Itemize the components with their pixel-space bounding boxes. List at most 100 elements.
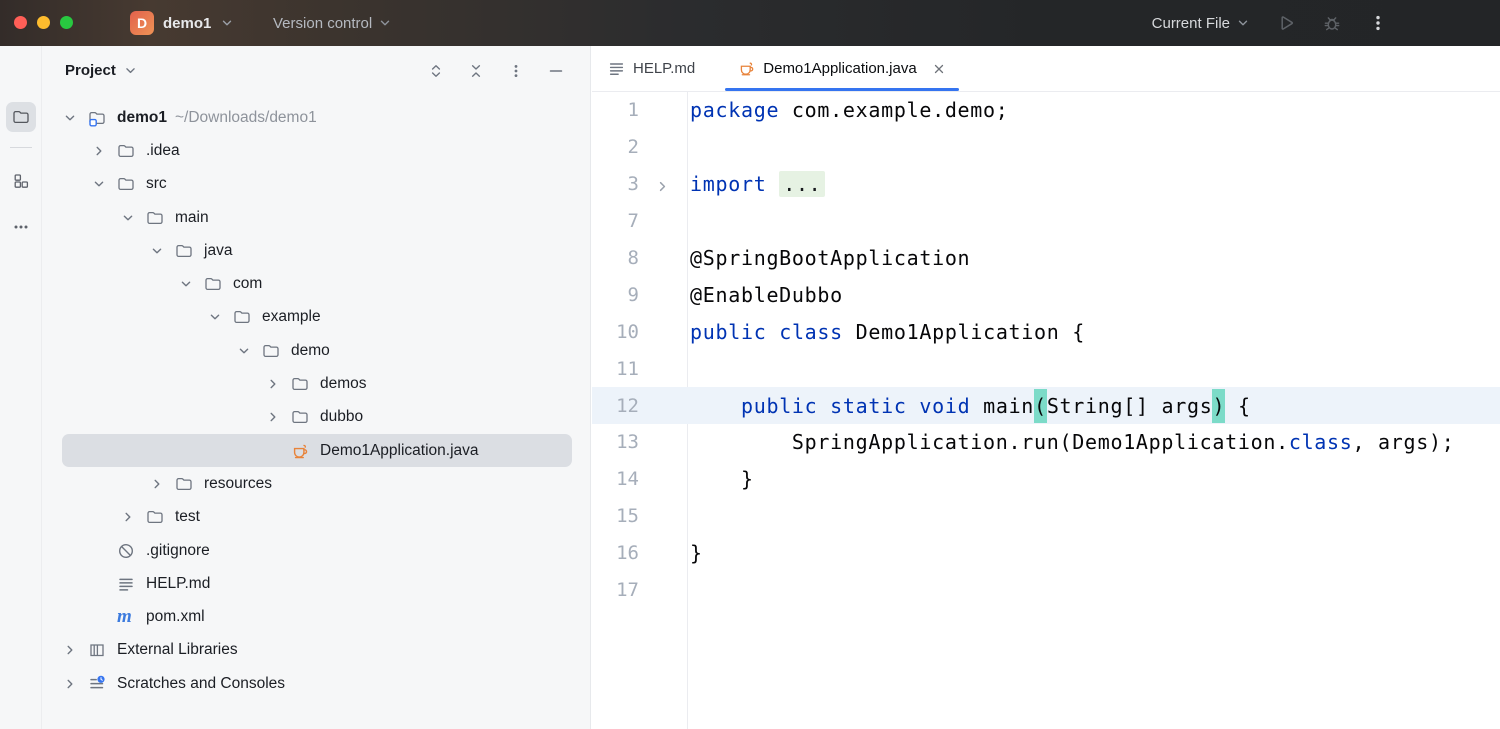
panel-options-button[interactable] [508, 63, 524, 79]
chevron-down-icon[interactable] [91, 176, 107, 192]
project-name: demo1 [163, 15, 211, 32]
tree-expand-toggle[interactable] [91, 176, 117, 192]
tree-item-demo1[interactable]: demo1~/Downloads/demo1 [62, 101, 572, 134]
project-widget[interactable]: D demo1 [130, 11, 234, 35]
tree-item-example[interactable]: example [62, 301, 572, 334]
tree-expand-toggle[interactable] [120, 509, 146, 525]
tree-expand-toggle[interactable] [207, 309, 233, 325]
code-line-12[interactable]: 12 public static void main(String[] args… [592, 387, 1500, 424]
debug-button[interactable] [1322, 13, 1342, 33]
run-configuration-selector[interactable]: Current File [1152, 15, 1250, 32]
tree-item-resources[interactable]: resources [62, 467, 572, 500]
tree-item-label: Demo1Application.java [320, 442, 479, 460]
folder-icon [233, 308, 257, 326]
code-line-10[interactable]: 10public class Demo1Application { [592, 313, 1500, 350]
project-panel-title-dropdown[interactable]: Project [65, 62, 138, 79]
tree-expand-toggle[interactable] [91, 143, 117, 159]
ignore-icon [117, 542, 141, 560]
folder-icon [291, 375, 315, 393]
chevron-right-icon[interactable] [265, 376, 281, 392]
chevron-down-icon[interactable] [207, 309, 223, 325]
chevron-down-icon[interactable] [120, 210, 136, 226]
tree-item-demo[interactable]: demo [62, 334, 572, 367]
tree-item-help-md[interactable]: HELP.md [62, 567, 572, 600]
chevron-right-icon[interactable] [120, 509, 136, 525]
tree-expand-toggle[interactable] [265, 376, 291, 392]
tree-item-scratches-and-consoles[interactable]: Scratches and Consoles [62, 667, 572, 700]
tree-expand-toggle[interactable] [62, 110, 88, 126]
chevron-right-icon[interactable] [149, 476, 165, 492]
tree-item-test[interactable]: test [62, 501, 572, 534]
code-line-3[interactable]: 3import ... [592, 166, 1500, 203]
hide-panel-button[interactable] [548, 63, 564, 79]
code-line-8[interactable]: 8@SpringBootApplication [592, 240, 1500, 277]
chevron-down-icon[interactable] [236, 343, 252, 359]
project-tool-window-button[interactable] [6, 102, 36, 132]
tree-expand-toggle[interactable] [149, 476, 175, 492]
minimize-window-button[interactable] [37, 16, 50, 29]
chevron-down-icon[interactable] [62, 110, 78, 126]
tree-item--gitignore[interactable]: .gitignore [62, 534, 572, 567]
tree-expand-toggle[interactable] [62, 642, 88, 658]
code-line-14[interactable]: 14 } [592, 461, 1500, 498]
line-number: 2 [592, 136, 688, 158]
tab-demo1application-java[interactable]: Demo1Application.java [725, 46, 958, 91]
folder-icon [204, 275, 222, 293]
line-number: 13 [592, 431, 688, 453]
chevron-right-icon[interactable] [62, 676, 78, 692]
tool-window-strip [0, 46, 42, 729]
vcs-widget[interactable]: Version control [273, 11, 392, 35]
code-line-13[interactable]: 13 SpringApplication.run(Demo1Applicatio… [592, 424, 1500, 461]
tree-item-dubbo[interactable]: dubbo [62, 401, 572, 434]
tab-help-md[interactable]: HELP.md [608, 46, 695, 91]
tree-expand-toggle[interactable] [62, 676, 88, 692]
run-button[interactable] [1276, 13, 1296, 33]
tree-expand-toggle[interactable] [149, 243, 175, 259]
fold-toggle-icon[interactable] [654, 176, 671, 193]
folder-icon [117, 175, 141, 193]
maven-icon: m [117, 608, 132, 626]
tree-item-pom-xml[interactable]: mpom.xml [62, 600, 572, 633]
close-window-button[interactable] [14, 16, 27, 29]
folder-icon [117, 175, 135, 193]
expand-all-button[interactable] [428, 63, 444, 79]
chevron-right-icon[interactable] [91, 143, 107, 159]
more-tool-windows-button[interactable] [6, 212, 36, 242]
code-line-11[interactable]: 11 [592, 350, 1500, 387]
tree-item-demos[interactable]: demos [62, 367, 572, 400]
code-text: } [688, 541, 703, 565]
code-line-2[interactable]: 2 [592, 129, 1500, 166]
code-line-17[interactable]: 17 [592, 572, 1500, 609]
chevron-down-icon[interactable] [149, 243, 165, 259]
tree-item-label: External Libraries [117, 641, 238, 659]
tree-item-java[interactable]: java [62, 234, 572, 267]
folder-icon [262, 342, 280, 360]
line-number: 14 [592, 468, 688, 490]
chevron-down-icon[interactable] [178, 276, 194, 292]
collapse-all-button[interactable] [468, 63, 484, 79]
code-line-7[interactable]: 7 [592, 203, 1500, 240]
tree-item-external-libraries[interactable]: External Libraries [62, 634, 572, 667]
code-line-15[interactable]: 15 [592, 498, 1500, 535]
more-options-button[interactable] [1368, 13, 1388, 33]
line-number: 17 [592, 579, 688, 601]
tree-item-demo1application-java[interactable]: Demo1Application.java [62, 434, 572, 467]
tree-expand-toggle[interactable] [265, 409, 291, 425]
zoom-window-button[interactable] [60, 16, 73, 29]
code-line-16[interactable]: 16} [592, 535, 1500, 572]
code-line-9[interactable]: 9@EnableDubbo [592, 276, 1500, 313]
close-tab-icon[interactable] [932, 62, 946, 76]
chevron-right-icon[interactable] [62, 642, 78, 658]
code-line-1[interactable]: 1package com.example.demo; [592, 92, 1500, 129]
tree-item-label: demos [320, 375, 367, 393]
tree-expand-toggle[interactable] [178, 276, 204, 292]
tree-item--idea[interactable]: .idea [62, 134, 572, 167]
tree-expand-toggle[interactable] [120, 210, 146, 226]
structure-tool-window-button[interactable] [6, 166, 36, 196]
tree-item-src[interactable]: src [62, 168, 572, 201]
tree-item-main[interactable]: main [62, 201, 572, 234]
chevron-right-icon[interactable] [265, 409, 281, 425]
tree-expand-toggle[interactable] [236, 343, 262, 359]
tree-item-com[interactable]: com [62, 267, 572, 300]
tree-item-label: test [175, 508, 200, 526]
